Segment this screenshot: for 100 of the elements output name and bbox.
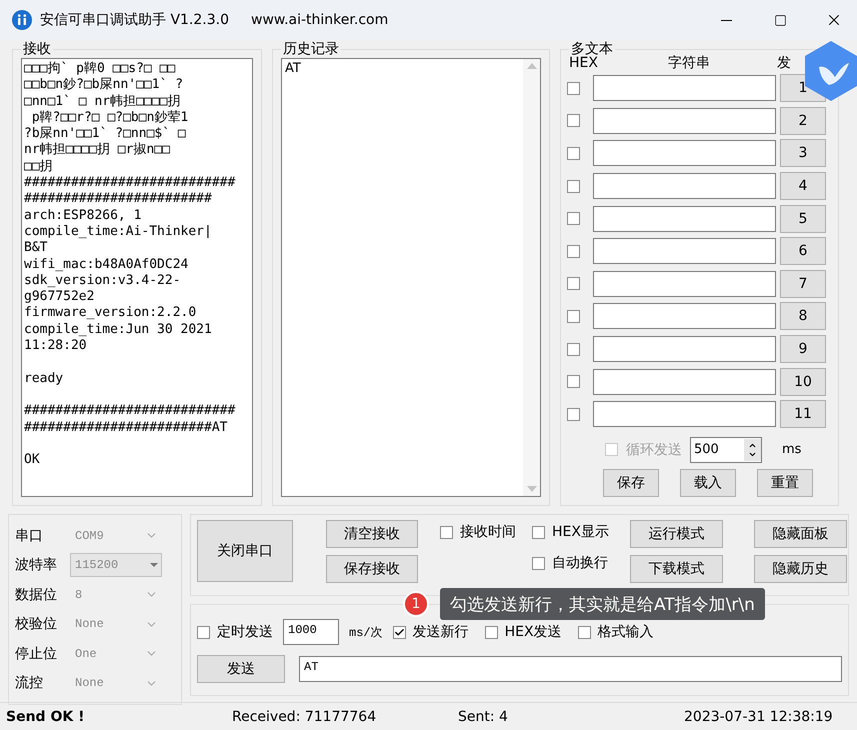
unit-label: ms/次 — [349, 624, 383, 640]
panel-button[interactable]: 隐藏历史 — [754, 555, 847, 583]
checkbox[interactable] — [532, 526, 545, 538]
checkbox[interactable] — [567, 375, 580, 388]
receive-line: sdk_version:v3.4-22- — [24, 272, 182, 290]
checkbox-label: 格式输入 — [598, 623, 654, 641]
send-string-button[interactable]: 8 — [780, 302, 826, 330]
history-item[interactable]: AT — [285, 61, 520, 76]
send-string-button[interactable]: 6 — [780, 237, 826, 266]
send-field[interactable]: AT — [299, 656, 842, 682]
checkbox-label: 循环发送 — [626, 440, 682, 459]
group-title: 历史记录 — [282, 40, 340, 58]
receive-line: OK — [24, 452, 41, 468]
checkbox[interactable] — [532, 556, 545, 570]
string-field[interactable] — [593, 336, 776, 362]
setting-label: 波特率 — [15, 556, 58, 574]
string-field[interactable] — [593, 206, 776, 232]
checkbox[interactable] — [567, 114, 580, 128]
receive-line: □□抈 — [24, 158, 54, 176]
receive-button[interactable]: 保存接收 — [326, 555, 418, 583]
send-string-button[interactable]: 7 — [780, 270, 826, 298]
mode-button[interactable]: 下载模式 — [630, 555, 723, 583]
setting-label: 数据位 — [15, 586, 58, 604]
multi-text-button[interactable]: 载入 — [680, 468, 736, 497]
website-url: www.ai-thinker.com — [251, 12, 390, 28]
receive-line: firmware_version:2.2.0 — [24, 305, 198, 322]
receive-text-area[interactable] — [21, 58, 253, 497]
checkbox[interactable] — [392, 626, 406, 638]
send-string-button[interactable]: 5 — [780, 204, 826, 233]
receive-line: ######################## — [24, 191, 213, 208]
checkbox[interactable] — [567, 408, 580, 421]
maximize-icon — [774, 14, 786, 26]
column-header: 发 — [777, 54, 792, 72]
column-header: HEX — [569, 55, 599, 72]
checkbox[interactable] — [567, 212, 580, 226]
checkbox[interactable] — [567, 146, 580, 160]
string-field[interactable] — [593, 401, 776, 428]
string-field[interactable] — [593, 75, 776, 102]
send-string-button[interactable]: 9 — [780, 335, 826, 364]
receive-line: ready — [24, 370, 64, 387]
receive-line: B&T — [24, 240, 48, 257]
string-field[interactable] — [593, 303, 776, 330]
receive-line: □□b□n鈔?□b屎nn'□□1` ? — [24, 77, 184, 94]
received-count: Received: 71177764 — [232, 708, 378, 724]
multi-text-button[interactable]: 重置 — [757, 468, 813, 497]
send-string-button[interactable]: 2 — [780, 106, 826, 135]
string-field[interactable] — [593, 368, 776, 395]
setting-label: 流控 — [15, 674, 44, 692]
multi-text-button[interactable]: 保存 — [603, 468, 659, 497]
receive-line: p鞞?□□r?□ □?□b□n鈔荤1 — [30, 110, 190, 126]
receive-line: nr帏担□□□□抈 □r掓n□□ — [24, 142, 171, 159]
dropdown-arrow-icon — [150, 563, 158, 567]
setting-label: 串口 — [15, 526, 44, 544]
step-badge: 1 — [403, 591, 429, 617]
group-title: 接收 — [22, 40, 52, 58]
checkbox-label: 定时发送 — [217, 623, 273, 641]
checkbox-label: HEX发送 — [504, 623, 562, 641]
status-message: Send OK ! — [6, 708, 86, 724]
checkbox-label: 自动换行 — [552, 554, 608, 572]
panel-button[interactable]: 隐藏面板 — [754, 520, 847, 548]
checkbox[interactable] — [440, 526, 453, 538]
sent-count: Sent: 4 — [458, 708, 509, 724]
checkbox[interactable] — [578, 626, 591, 638]
receive-button[interactable]: 清空接收 — [326, 520, 418, 548]
checkbox-label: 发送新行 — [412, 623, 469, 641]
unit-label: ms — [782, 442, 802, 458]
setting-label: 停止位 — [15, 644, 58, 662]
interval-field[interactable]: 1000 — [283, 619, 339, 645]
checkbox[interactable] — [567, 244, 580, 258]
checkbox[interactable] — [484, 626, 498, 638]
timestamp: 2023-07-31 12:38:19 — [684, 708, 834, 724]
receive-line: wifi_mac:b48A0Af0DC24 — [24, 256, 190, 273]
group-title: 多文本 — [571, 40, 614, 57]
column-header: 字符串 — [667, 54, 711, 72]
window-title: 安信可串口调试助手 V1.2.3.0 — [40, 11, 230, 29]
history-list[interactable]: AT — [281, 58, 541, 497]
string-field[interactable] — [593, 108, 776, 134]
mode-button[interactable]: 运行模式 — [630, 520, 723, 548]
checkbox[interactable] — [567, 82, 580, 95]
string-field[interactable] — [593, 140, 776, 166]
checkbox[interactable] — [567, 277, 580, 290]
string-field[interactable] — [593, 270, 776, 297]
send-string-button[interactable]: 10 — [780, 368, 826, 396]
send-button[interactable]: 发送 — [197, 655, 285, 683]
checkbox[interactable] — [567, 180, 580, 193]
app-logo-icon — [12, 10, 32, 30]
close-port-button[interactable]: 关闭串口 — [197, 520, 293, 582]
receive-line: g967752e2 — [24, 289, 96, 306]
receive-line: arch:ESP8266, 1 — [24, 208, 142, 224]
send-string-button[interactable]: 3 — [780, 139, 826, 168]
receive-line: ?b屎nn'□□1` ?□nn□$` □ — [24, 126, 187, 142]
send-string-button[interactable]: 4 — [780, 172, 826, 200]
checkbox[interactable] — [567, 342, 580, 356]
checkbox[interactable] — [567, 310, 580, 323]
receive-line: compile_time:Ai-Thinker| — [24, 224, 213, 240]
receive-line: compile_time:Jun 30 2021 — [24, 322, 213, 338]
checkbox[interactable] — [197, 626, 210, 638]
send-string-button[interactable]: 11 — [780, 400, 826, 428]
string-field[interactable] — [593, 173, 776, 200]
string-field[interactable] — [593, 238, 776, 264]
